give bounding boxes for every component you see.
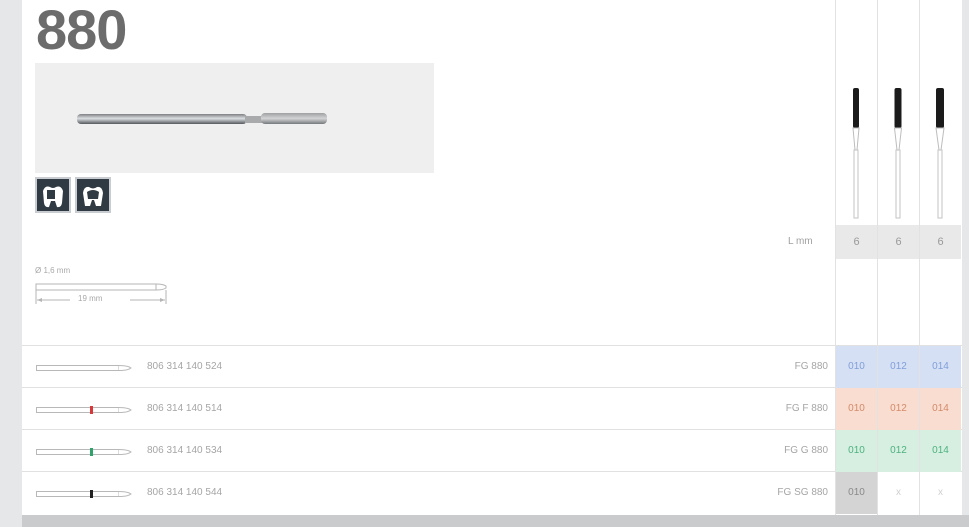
dimension-drawing (35, 276, 175, 321)
size-cell[interactable]: 010 (836, 388, 877, 430)
bur-super-coarse-icon (36, 487, 136, 499)
bur-fine-grit-icon (36, 403, 136, 415)
table-row[interactable]: 806 314 140 524 FG 880 010 012 014 (22, 346, 962, 388)
catalog-number: 806 314 140 514 (147, 403, 223, 414)
size-cell[interactable]: 014 (920, 388, 961, 430)
tooth-preparation-icon (35, 177, 71, 213)
length-row-label: L mm (788, 236, 813, 247)
length-value: 6 (920, 225, 961, 259)
product-name: FG 880 (794, 361, 828, 372)
table-row[interactable]: 806 314 140 534 FG G 880 010 012 014 (22, 430, 962, 472)
product-name: FG SG 880 (777, 487, 828, 498)
length-value: 6 (878, 225, 919, 259)
catalog-number: 806 314 140 534 (147, 445, 223, 456)
diameter-label: Ø 1,6 mm (35, 266, 71, 275)
size-cell[interactable]: 012 (878, 388, 919, 430)
bur-outline-icon (36, 361, 136, 373)
product-title: 880 (36, 0, 127, 61)
size-cell-unavailable: x (938, 487, 943, 498)
size-column-head-2 (878, 0, 918, 225)
size-cell-unavailable: x (896, 487, 901, 498)
size-column-head-1 (836, 0, 876, 225)
size-cell[interactable]: 014 (920, 430, 961, 472)
size-cell[interactable]: 010 (836, 472, 877, 514)
size-column-head-3 (920, 0, 960, 225)
catalog-number: 806 314 140 544 (147, 487, 223, 498)
size-cell[interactable]: 014 (920, 346, 961, 388)
size-cell[interactable]: 010 (836, 430, 877, 472)
bur-coarse-grit-icon (36, 445, 136, 457)
length-label: 19 mm (78, 294, 103, 303)
product-name: FG G 880 (784, 445, 828, 456)
product-name: FG F 880 (785, 403, 828, 414)
table-row[interactable]: 806 314 140 514 FG F 880 010 012 014 (22, 388, 962, 430)
size-cell[interactable]: 010 (836, 346, 877, 388)
catalog-number: 806 314 140 524 (147, 361, 223, 372)
size-cell[interactable]: 012 (878, 346, 919, 388)
product-photo (35, 63, 434, 173)
crown-preparation-icon (75, 177, 111, 213)
table-row[interactable]: 806 314 140 544 FG SG 880 010 x x (22, 472, 962, 514)
bottom-band (22, 515, 969, 527)
size-cell[interactable]: 012 (878, 430, 919, 472)
length-value: 6 (836, 225, 877, 259)
